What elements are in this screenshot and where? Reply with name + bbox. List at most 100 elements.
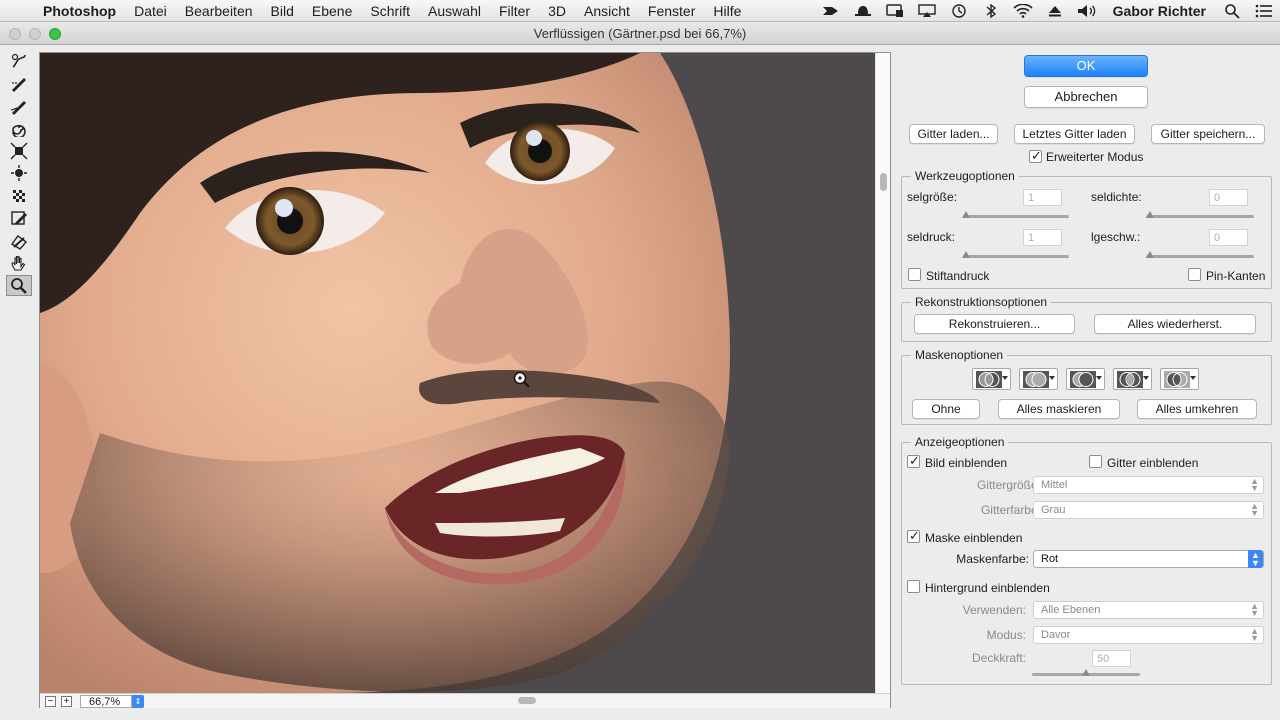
ok-button[interactable]: OK <box>1024 55 1148 77</box>
load-mesh-button[interactable]: Gitter laden... <box>909 124 998 144</box>
menu-bild[interactable]: Bild <box>262 3 303 19</box>
horizontal-scroll-thumb[interactable] <box>518 697 536 704</box>
user-name[interactable]: Gabor Richter <box>1103 3 1216 19</box>
mode-select[interactable]: Davor ▲ ▼ <box>1033 626 1264 644</box>
eject-icon[interactable] <box>1044 4 1066 18</box>
opacity-knob[interactable] <box>1082 669 1090 676</box>
brush-pressure-input[interactable]: 1 <box>1023 229 1062 246</box>
brush-rate-slider[interactable] <box>1146 255 1254 258</box>
vertical-scrollbar[interactable] <box>875 53 890 693</box>
mesh-color-label: Gitterfarbe: <box>980 503 1041 517</box>
show-backdrop-checkbox[interactable] <box>907 580 920 593</box>
hand-tool-icon[interactable] <box>6 253 32 274</box>
pin-edges-checkbox[interactable] <box>1188 268 1201 281</box>
mask-replace-icon[interactable] <box>972 368 1011 390</box>
use-select[interactable]: Alle Ebenen ▲ ▼ <box>1033 601 1264 619</box>
menu-bearbeiten[interactable]: Bearbeiten <box>176 3 262 19</box>
volume-icon[interactable] <box>1076 4 1098 18</box>
select-arrows-icon: ▲ ▼ <box>1248 550 1263 568</box>
mode-value: Davor <box>1041 629 1071 641</box>
mask-color-label: Maskenfarbe: <box>956 552 1029 566</box>
restore-all-button[interactable]: Alles wiederherst. <box>1094 314 1256 334</box>
brush-rate-input[interactable]: 0 <box>1209 229 1248 246</box>
opacity-input[interactable]: 50 <box>1092 650 1131 667</box>
show-image-checkbox[interactable] <box>907 453 920 469</box>
zoom-tool-icon[interactable] <box>6 275 32 296</box>
brush-pressure-label: seldruck: <box>907 230 956 244</box>
mesh-size-select[interactable]: Mittel ▲ ▼ <box>1033 476 1264 494</box>
mask-none-button[interactable]: Ohne <box>912 399 980 419</box>
mask-intersect-icon[interactable] <box>1113 368 1152 390</box>
mesh-color-select[interactable]: Grau ▲ ▼ <box>1033 501 1264 519</box>
menu-hilfe[interactable]: Hilfe <box>704 3 750 19</box>
brush-density-knob[interactable] <box>1146 211 1154 218</box>
select-arrows-icon: ▲ ▼ <box>1250 601 1259 618</box>
reconstruct-tool-icon[interactable] <box>6 73 32 94</box>
zoom-in-button[interactable]: + <box>61 695 72 707</box>
preview-canvas[interactable]: − + 66,7% ⇕ <box>39 52 891 708</box>
time-machine-icon[interactable] <box>948 3 970 18</box>
vertical-scroll-thumb[interactable] <box>880 173 887 191</box>
brush-pressure-knob[interactable] <box>962 251 970 258</box>
show-mesh-checkbox[interactable] <box>1089 455 1102 468</box>
opacity-label: Deckkraft: <box>971 651 1026 665</box>
menu-auswahl[interactable]: Auswahl <box>419 3 490 19</box>
tool-options-group: Werkzeugoptionen selgröße: 1 seldichte: … <box>901 169 1272 289</box>
push-left-tool-icon[interactable] <box>6 185 32 206</box>
menu-app[interactable]: Photoshop <box>34 3 125 19</box>
menu-filter[interactable]: Filter <box>490 3 539 19</box>
menu-schrift[interactable]: Schrift <box>361 3 419 19</box>
stylus-pressure-checkbox[interactable] <box>908 268 921 281</box>
brush-rate-knob[interactable] <box>1146 251 1154 258</box>
bloat-tool-icon[interactable] <box>6 163 32 184</box>
menu-ansicht[interactable]: Ansicht <box>575 3 639 19</box>
bluetooth-icon[interactable] <box>980 3 1002 18</box>
zoom-level-field[interactable]: 66,7% <box>80 694 132 708</box>
twirl-tool-icon[interactable] <box>6 118 32 139</box>
brush-density-slider[interactable] <box>1146 215 1254 218</box>
show-image-label: Bild einblenden <box>925 456 1008 470</box>
mask-add-icon[interactable] <box>1019 368 1058 390</box>
invert-all-button[interactable]: Alles umkehren <box>1137 399 1257 419</box>
hat-icon[interactable] <box>852 4 874 18</box>
mask-color-select[interactable]: Rot ▲ ▼ <box>1033 550 1264 568</box>
load-last-mesh-button[interactable]: Letztes Gitter laden <box>1014 124 1135 144</box>
brush-density-input[interactable]: 0 <box>1209 189 1248 206</box>
airplay-icon[interactable] <box>916 3 938 18</box>
view-options-group: Anzeigeoptionen Bild einblenden Gitter e… <box>901 435 1272 685</box>
mask-subtract-icon[interactable] <box>1066 368 1105 390</box>
mesh-color-value: Grau <box>1041 504 1066 516</box>
display-lock-icon[interactable] <box>884 3 906 18</box>
notification-center-icon[interactable] <box>1253 4 1275 18</box>
smooth-tool-icon[interactable] <box>6 95 32 116</box>
menu-fenster[interactable]: Fenster <box>639 3 704 19</box>
mask-all-button[interactable]: Alles maskieren <box>998 399 1120 419</box>
pucker-tool-icon[interactable] <box>6 140 32 161</box>
menu-3d[interactable]: 3D <box>539 3 575 19</box>
show-mask-checkbox[interactable] <box>907 528 920 544</box>
zoom-out-button[interactable]: − <box>45 695 56 707</box>
freeze-mask-tool-icon[interactable] <box>6 208 32 229</box>
brush-size-knob[interactable] <box>962 211 970 218</box>
wifi-icon[interactable] <box>1012 3 1034 18</box>
camera-arrow-icon[interactable] <box>820 4 842 18</box>
brush-size-input[interactable]: 1 <box>1023 189 1062 206</box>
canvas-status-bar: − + 66,7% ⇕ <box>40 693 890 708</box>
cancel-button[interactable]: Abbrechen <box>1024 86 1148 108</box>
forward-warp-tool-icon[interactable] <box>6 50 32 71</box>
mask-invert-icon[interactable] <box>1160 368 1199 390</box>
brush-pressure-slider[interactable] <box>963 255 1069 258</box>
reconstruct-options-legend: Rekonstruktionsoptionen <box>911 295 1052 309</box>
save-mesh-button[interactable]: Gitter speichern... <box>1151 124 1265 144</box>
thaw-mask-tool-icon[interactable] <box>6 230 32 251</box>
brush-size-slider[interactable] <box>963 215 1069 218</box>
stylus-pressure-label: Stiftandruck <box>926 269 990 283</box>
menu-datei[interactable]: Datei <box>125 3 176 19</box>
menu-ebene[interactable]: Ebene <box>303 3 361 19</box>
reconstruct-button[interactable]: Rekonstruieren... <box>914 314 1075 334</box>
mesh-size-value: Mittel <box>1041 479 1068 491</box>
spotlight-search-icon[interactable] <box>1221 3 1243 19</box>
zoom-stepper-icon[interactable]: ⇕ <box>132 694 144 708</box>
advanced-mode-checkbox[interactable] <box>1029 148 1042 164</box>
photo-preview[interactable] <box>40 53 876 693</box>
